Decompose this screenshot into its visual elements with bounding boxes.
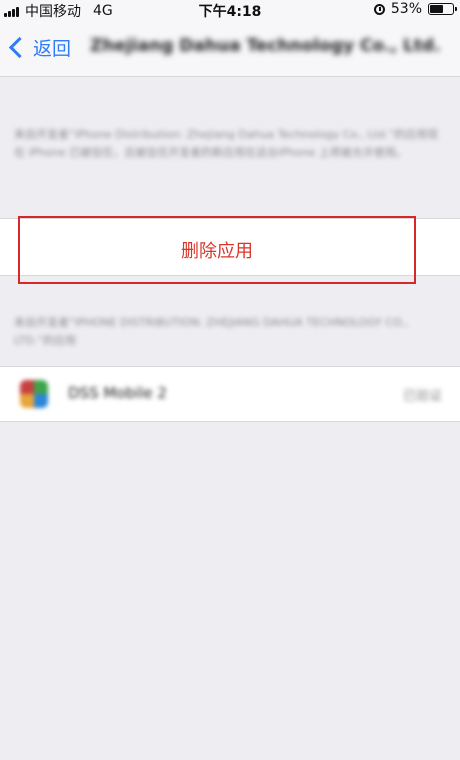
app-name: DSS Mobile 2 [68,384,167,402]
battery-icon [428,3,457,15]
nav-title: Zhejiang Dahua Technology Co., Ltd. [90,36,441,56]
back-button[interactable]: 返回 [4,34,71,61]
apps-section-header: 来自开发者“IPHONE DISTRIBUTION: ZHEJIANG DAHU… [14,316,409,347]
back-label: 返回 [33,38,72,60]
battery-tip [455,7,457,11]
trust-description: 来自开发者“iPhone Distribution: Zhejiang Dahu… [14,128,439,159]
chevron-left-icon [8,36,31,59]
status-right: 53% [373,1,457,17]
delete-app-label: 删除应用 [181,241,253,262]
alarm-icon [373,3,385,15]
battery-percent: 53% [390,1,422,17]
app-icon [20,380,48,408]
delete-app-button[interactable]: 删除应用 [18,216,416,284]
battery-fill [430,5,443,13]
status-bar: 中国移动 4G 下午4:18 53% [0,0,460,20]
app-status: 已验证 [402,389,442,404]
navigation-bar: 返回 Zhejiang Dahua Technology Co., Ltd. [0,20,460,77]
app-list: DSS Mobile 2 已验证 [0,366,460,422]
